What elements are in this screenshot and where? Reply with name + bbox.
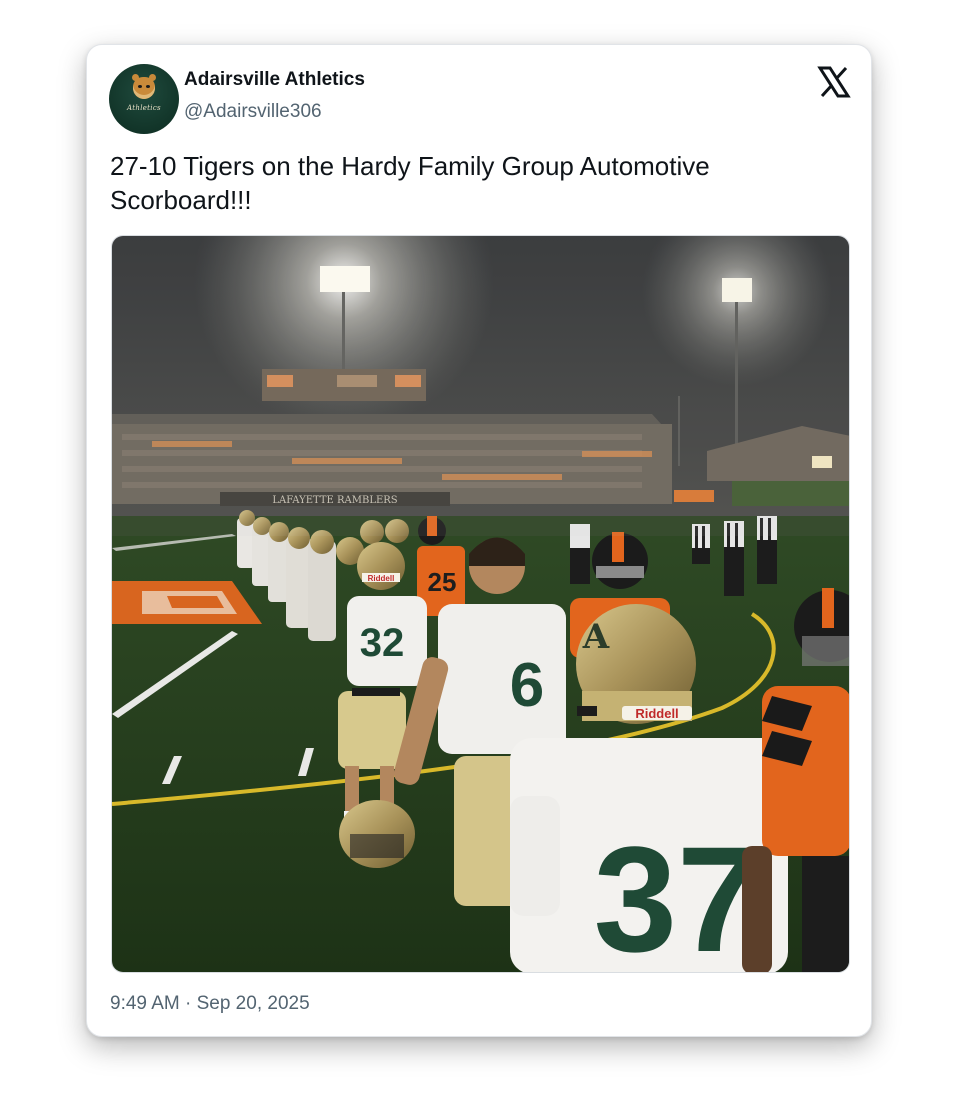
- jersey-number-32: 32: [360, 621, 405, 665]
- x-logo-icon[interactable]: [817, 65, 851, 99]
- avatar-wordmark: Athletics: [127, 104, 161, 112]
- tweet-timestamp[interactable]: 9:49 AM · Sep 20, 2025: [110, 993, 310, 1015]
- tiger-logo-icon: [132, 74, 156, 99]
- avatar[interactable]: Athletics: [109, 64, 179, 134]
- football-field-photo: LAFAYETTE RAMBLERS 25 Riddell 32 6 Ridde…: [112, 236, 849, 973]
- account-handle[interactable]: @Adairsville306: [184, 101, 322, 123]
- tweet-text: 27-10 Tigers on the Hardy Family Group A…: [110, 149, 830, 217]
- jersey-number-37: 37: [594, 815, 761, 973]
- jersey-number-6: 6: [510, 651, 544, 720]
- tweet-text-line-2: Scorboard!!!: [110, 185, 252, 215]
- display-name[interactable]: Adairsville Athletics: [184, 69, 365, 91]
- tweet-card[interactable]: Athletics Adairsville Athletics @Adairsv…: [86, 44, 872, 1037]
- tweet-photo[interactable]: LAFAYETTE RAMBLERS 25 Riddell 32 6 Ridde…: [111, 235, 850, 973]
- helmet-letter: A: [582, 617, 610, 657]
- helmet-brand-37: Riddell: [635, 706, 678, 721]
- helmet-brand-32: Riddell: [368, 574, 395, 583]
- jersey-number-25: 25: [428, 567, 457, 597]
- tweet-text-line-1: 27-10 Tigers on the Hardy Family Group A…: [110, 151, 710, 181]
